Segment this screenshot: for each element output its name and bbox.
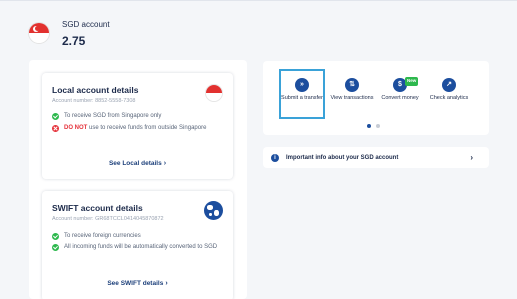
see-swift-details-link[interactable]: See SWIFT details › xyxy=(42,280,233,287)
new-badge: New xyxy=(405,77,419,86)
see-local-details-link[interactable]: See Local details › xyxy=(42,160,233,167)
check-icon xyxy=(52,113,59,120)
carousel-pager xyxy=(367,124,380,128)
cross-icon xyxy=(52,125,59,132)
warning-emphasis: DO NOT xyxy=(64,125,88,131)
action-label: View transactions xyxy=(330,95,374,101)
chevron-right-icon: › xyxy=(165,280,168,287)
info-icon: i xyxy=(271,153,279,162)
view-transactions-button[interactable]: ⇅ View transactions xyxy=(329,69,375,119)
action-label: Convert money xyxy=(381,95,419,101)
double-chevron-icon: » xyxy=(295,78,309,92)
account-title: SGD account xyxy=(62,20,110,29)
chevron-right-icon: › xyxy=(470,153,473,162)
local-bullet-do-not: DO NOT use to receive funds from outside… xyxy=(52,125,222,132)
important-info-row[interactable]: i Important info about your SGD account … xyxy=(263,147,489,168)
action-label: Submit a transfer xyxy=(281,95,323,101)
local-account-card: Local account details Account number: 88… xyxy=(42,73,233,179)
local-card-title: Local account details xyxy=(52,85,139,95)
singapore-flag-icon xyxy=(205,84,223,102)
bullet-text-rest: use to receive funds from outside Singap… xyxy=(87,125,207,131)
arrows-up-down-icon: ⇅ xyxy=(345,78,359,92)
bullet-text: To receive foreign currencies xyxy=(64,233,141,239)
account-details-panel: Local account details Account number: 88… xyxy=(29,60,247,299)
link-label: See Local details xyxy=(108,160,162,167)
check-icon xyxy=(52,233,59,240)
local-account-number: Account number: 8852-5558-7308 xyxy=(52,98,136,104)
convert-money-button[interactable]: $ New Convert money xyxy=(377,69,423,119)
chevron-right-icon: › xyxy=(163,160,167,167)
pager-dot[interactable] xyxy=(376,124,380,128)
top-divider xyxy=(0,0,517,1)
pager-dot-active[interactable] xyxy=(367,124,371,128)
swift-account-number: Account number: GR68TCCL0414045870872 xyxy=(52,216,164,222)
submit-transfer-button[interactable]: » Submit a transfer xyxy=(279,69,325,119)
check-icon xyxy=(52,244,59,251)
singapore-flag-icon xyxy=(28,22,50,44)
quick-actions-card: » Submit a transfer ⇅ View transactions … xyxy=(263,61,489,135)
action-label: Check analytics xyxy=(429,95,469,101)
bullet-text: All incoming funds will be automatically… xyxy=(64,244,218,250)
info-text: Important info about your SGD account xyxy=(286,154,399,161)
bullet-text: To receive SGD from Singapore only xyxy=(64,113,162,119)
trend-up-icon: ↗ xyxy=(442,78,456,92)
account-balance: 2.75 xyxy=(62,34,86,48)
swift-bullet-converted: All incoming funds will be automatically… xyxy=(52,244,222,251)
swift-card-title: SWIFT account details xyxy=(52,203,143,213)
globe-icon xyxy=(204,201,223,220)
link-label: See SWIFT details xyxy=(107,280,164,287)
bullet-text: DO NOT use to receive funds from outside… xyxy=(64,125,206,132)
local-bullet-receive-sgd: To receive SGD from Singapore only xyxy=(52,113,222,120)
swift-bullet-foreign: To receive foreign currencies xyxy=(52,233,222,240)
swift-account-card: SWIFT account details Account number: GR… xyxy=(42,191,233,299)
check-analytics-button[interactable]: ↗ Check analytics xyxy=(426,69,472,119)
